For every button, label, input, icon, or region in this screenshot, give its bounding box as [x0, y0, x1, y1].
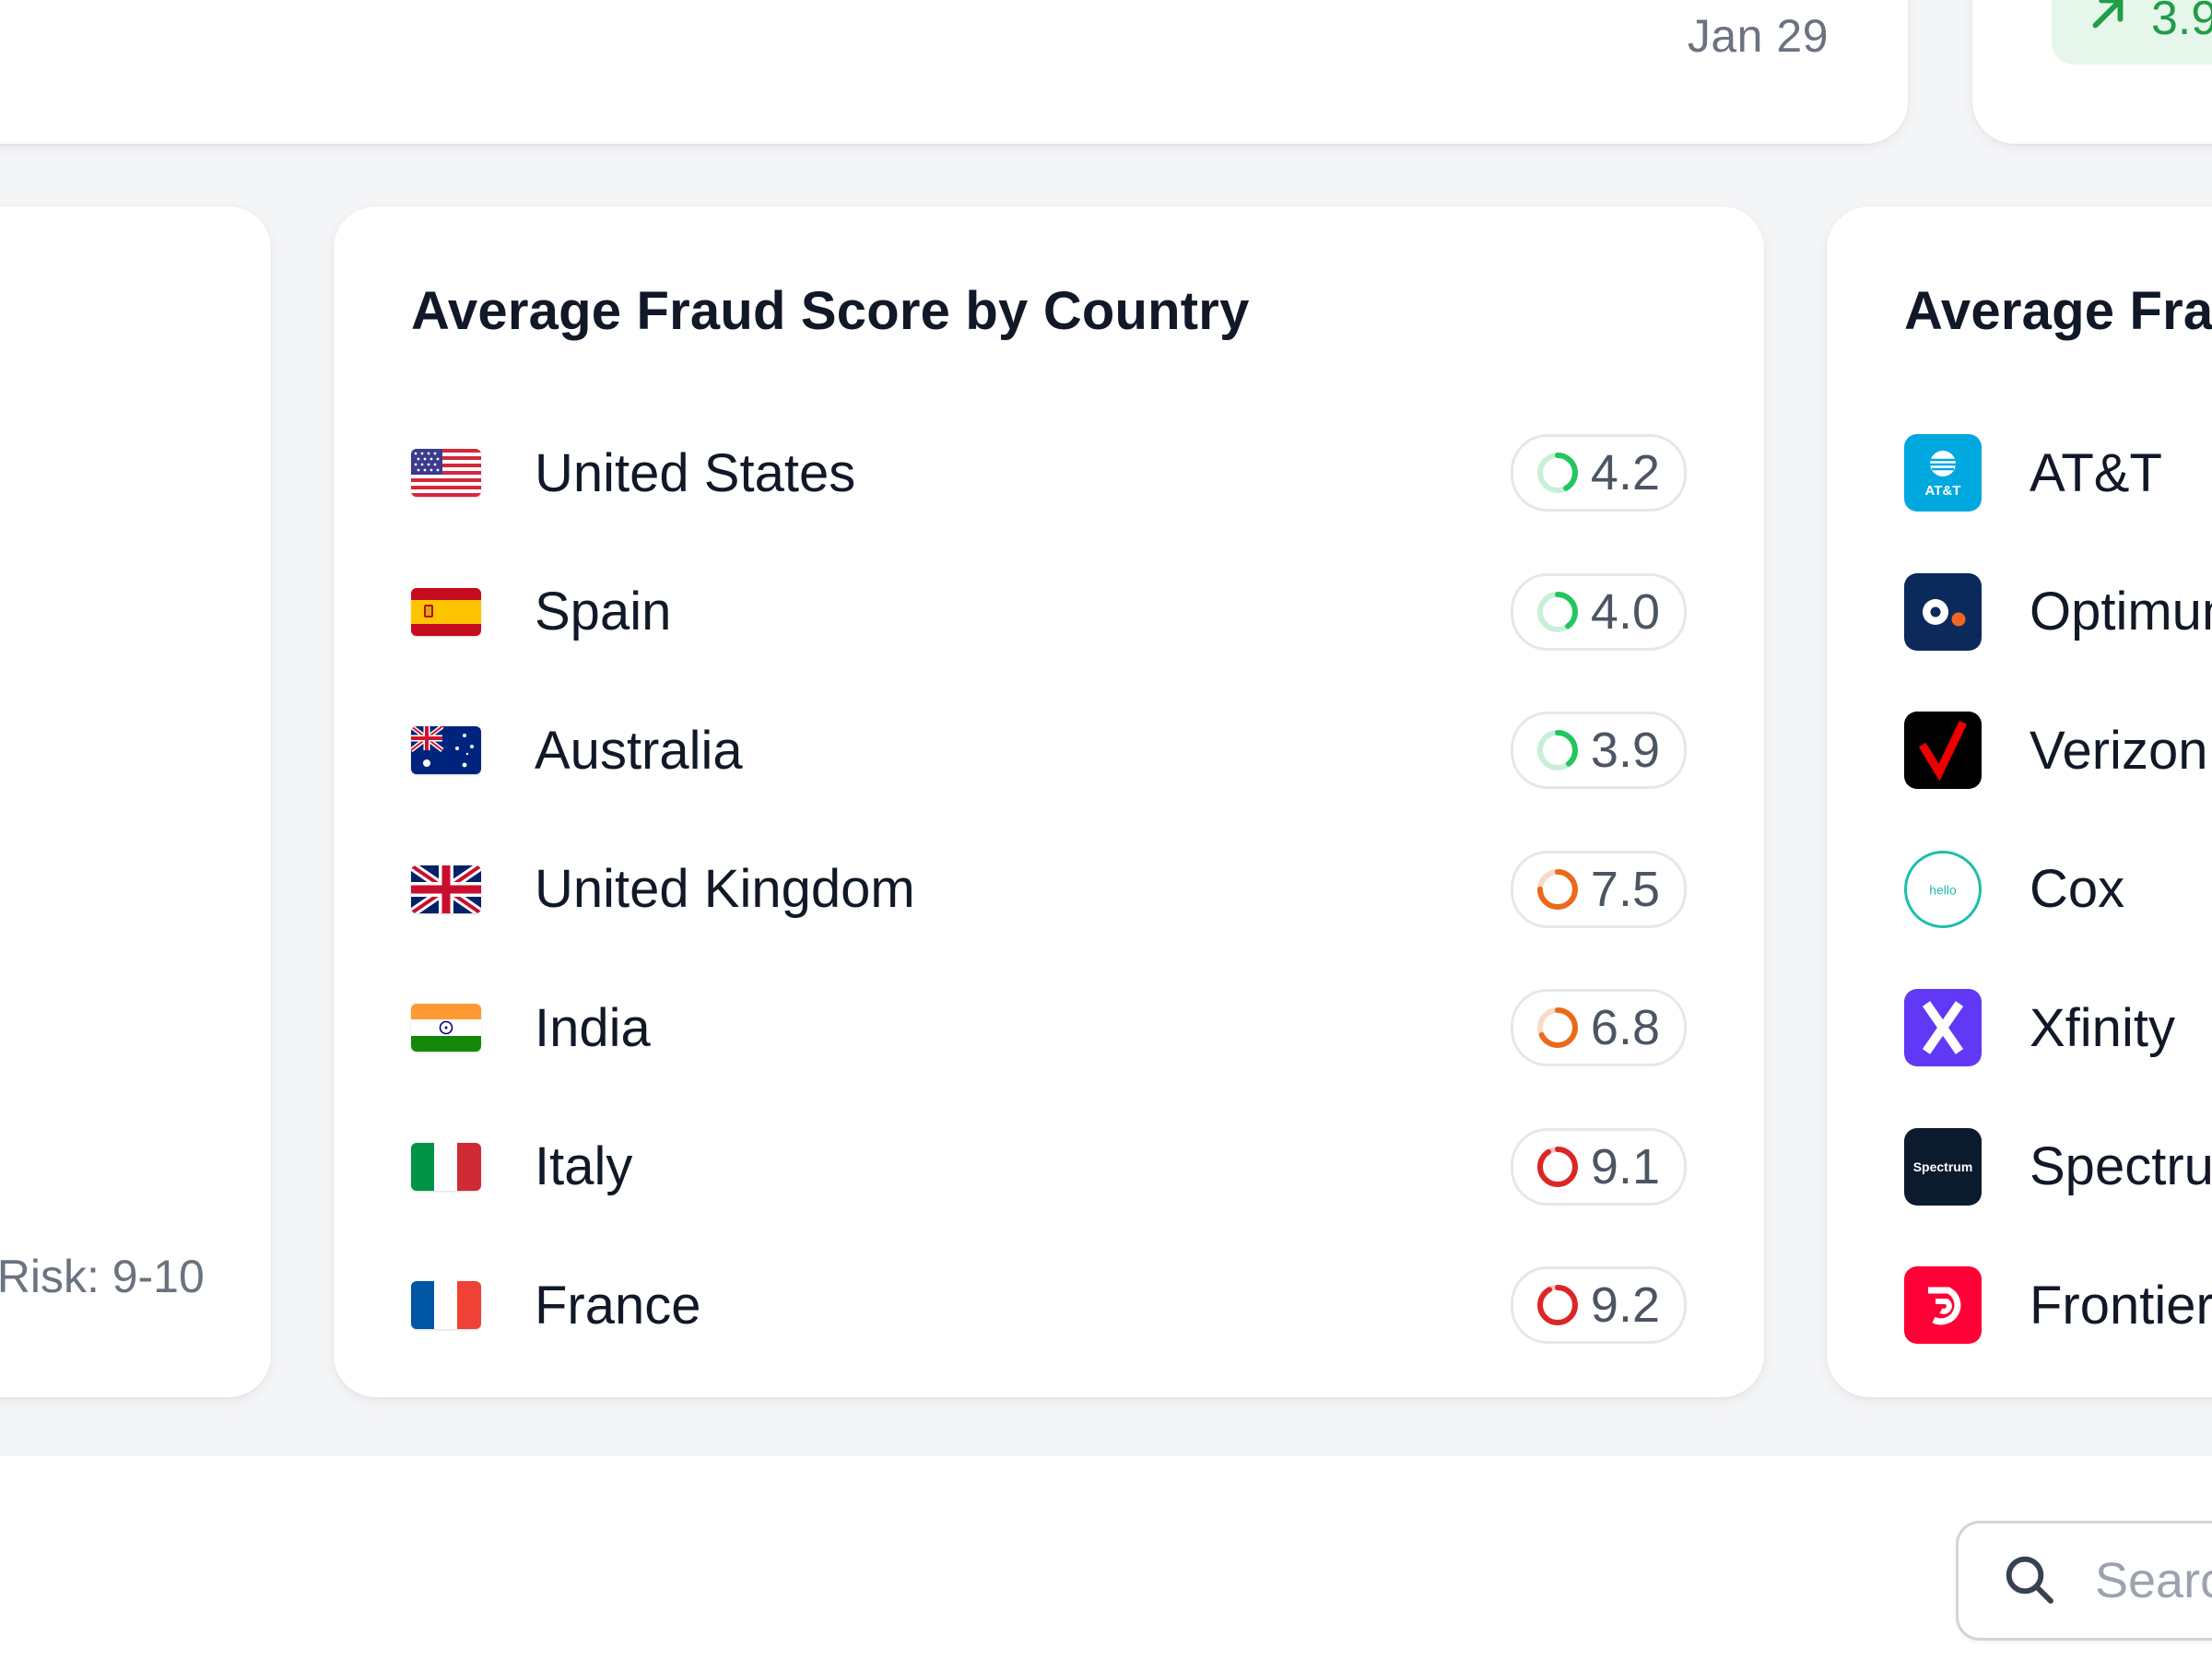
score-ring-icon	[1536, 453, 1578, 494]
score-ring-icon	[1536, 1007, 1578, 1049]
card-title: Average Fraud Score by ISP	[1904, 281, 2212, 341]
isp-name: Frontier	[2030, 1275, 2212, 1335]
isp-row[interactable]: Xfinity	[1904, 959, 2212, 1098]
score-value: 9.2	[1590, 1277, 1660, 1334]
spectrum-logo-icon: Spectrum	[1904, 1127, 1982, 1206]
it-flag-icon	[411, 1142, 481, 1191]
isp-list: AT&T AT&T Optimum	[1904, 404, 2212, 1375]
isp-name: AT&T	[2030, 442, 2162, 503]
spectrum-logo-text: Spectrum	[1913, 1159, 1973, 1174]
isp-row[interactable]: AT&T AT&T	[1904, 404, 2212, 543]
date-axis-label: Jan 29	[1687, 10, 1829, 62]
score-badge: 7.5	[1510, 850, 1687, 928]
optimum-logo-icon	[1904, 572, 1982, 651]
att-logo-icon: AT&T	[1904, 434, 1982, 512]
country-list: United States 4.2 Spain 4.0 Australia 3.…	[411, 404, 1687, 1375]
country-name: Spain	[535, 582, 672, 642]
country-name: United Kingdom	[535, 859, 915, 920]
score-ring-icon	[1536, 591, 1578, 632]
country-row[interactable]: France 9.2	[411, 1236, 1687, 1375]
score-ring-icon	[1536, 868, 1578, 910]
isp-row[interactable]: Optimum	[1904, 543, 2212, 682]
country-row[interactable]: Italy 9.1	[411, 1098, 1687, 1237]
cox-logo-icon: hello	[1904, 850, 1982, 928]
country-name: United States	[535, 442, 856, 503]
score-value: 7.5	[1590, 861, 1660, 917]
xfinity-logo-icon	[1904, 989, 1982, 1067]
country-row[interactable]: India 6.8	[411, 959, 1687, 1098]
country-name: India	[535, 997, 651, 1058]
arrow-up-right-icon	[2083, 0, 2133, 50]
dashboard-viewport: Jan 29 3.9 High Risk: 9-10 Average Fraud…	[0, 0, 2212, 1659]
isp-name: Spectrum	[2030, 1136, 2212, 1197]
country-row[interactable]: Spain 4.0	[411, 543, 1687, 682]
score-ring-icon	[1536, 1146, 1578, 1187]
isp-name: Cox	[2030, 859, 2125, 920]
isp-row[interactable]: Verizon	[1904, 681, 2212, 820]
score-ring-fill	[1536, 1285, 1578, 1326]
trend-card: 3.9	[1972, 0, 2212, 144]
score-value: 4.2	[1590, 445, 1660, 501]
score-badge: 4.2	[1510, 434, 1687, 512]
score-value: 4.0	[1590, 583, 1660, 640]
risk-legend-card: High Risk: 9-10	[0, 206, 271, 1397]
score-ring-icon	[1536, 1285, 1578, 1326]
isp-row[interactable]: Frontier	[1904, 1236, 2212, 1375]
score-value: 6.8	[1590, 1000, 1660, 1056]
score-value: 3.9	[1590, 723, 1660, 779]
isp-name: Xfinity	[2030, 997, 2175, 1058]
score-badge: 9.2	[1510, 1266, 1687, 1345]
fraud-score-by-isp-card: Average Fraud Score by ISP AT&T AT&T	[1827, 206, 2212, 1397]
country-row[interactable]: United States 4.2	[411, 404, 1687, 543]
isp-name: Verizon	[2030, 720, 2208, 781]
att-logo-text: AT&T	[1925, 483, 1961, 499]
score-badge: 9.1	[1510, 1127, 1687, 1206]
us-flag-icon	[411, 449, 481, 498]
country-name: France	[535, 1275, 701, 1335]
in-flag-icon	[411, 1004, 481, 1053]
es-flag-icon	[411, 587, 481, 636]
country-row[interactable]: United Kingdom 7.5	[411, 820, 1687, 959]
high-risk-legend: High Risk: 9-10	[0, 1251, 205, 1302]
trend-badge: 3.9	[2052, 0, 2212, 65]
score-badge: 4.0	[1510, 572, 1687, 651]
top-chart-card: Jan 29	[0, 0, 1908, 144]
score-badge: 3.9	[1510, 712, 1687, 790]
frontier-logo-icon	[1904, 1266, 1982, 1345]
trend-value: 3.9	[2151, 0, 2212, 45]
au-flag-icon	[411, 726, 481, 775]
cox-logo-text: hello	[1929, 882, 1957, 897]
isp-name: Optimum	[2030, 582, 2212, 642]
country-name: Italy	[535, 1136, 633, 1197]
score-ring-icon	[1536, 730, 1578, 771]
score-badge: 6.8	[1510, 989, 1687, 1067]
verizon-logo-icon	[1904, 712, 1982, 790]
isp-row[interactable]: hello Cox	[1904, 820, 2212, 959]
isp-row[interactable]: Spectrum Spectrum	[1904, 1098, 2212, 1237]
fraud-score-by-country-card: Average Fraud Score by Country United St…	[334, 206, 1764, 1397]
score-value: 9.1	[1590, 1138, 1660, 1194]
gb-flag-icon	[411, 865, 481, 913]
card-title: Average Fraud Score by Country	[411, 281, 1250, 341]
search-icon	[1999, 1549, 2058, 1613]
fr-flag-icon	[411, 1281, 481, 1330]
score-ring-fill	[1536, 1146, 1578, 1187]
search-input[interactable]	[2093, 1551, 2212, 1610]
search-box[interactable]	[1956, 1521, 2212, 1641]
country-name: Australia	[535, 720, 743, 781]
country-row[interactable]: Australia 3.9	[411, 681, 1687, 820]
